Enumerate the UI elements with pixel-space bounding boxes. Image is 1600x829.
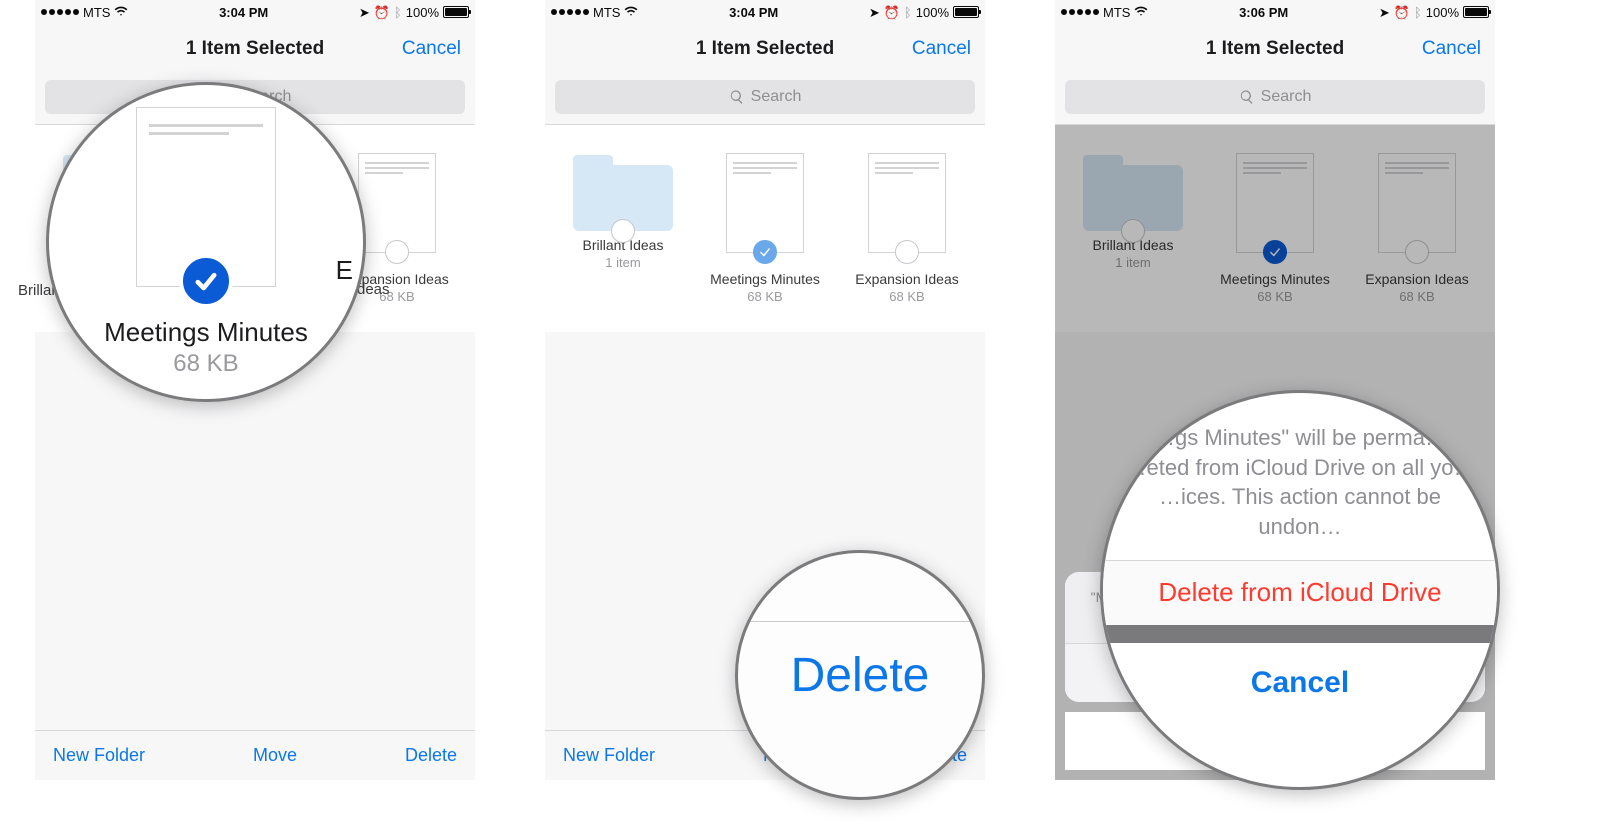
file-grid: Brillant Ideas 1 item Meetings Minutes 6…: [545, 125, 985, 332]
nav-cancel-button[interactable]: Cancel: [912, 38, 971, 60]
nav-bar: 1 Item Selected Cancel: [35, 24, 475, 74]
new-folder-button[interactable]: New Folder: [563, 745, 655, 766]
file-grid: Brillant Ideas 1 item Meetings Minutes 6…: [1055, 125, 1495, 332]
location-icon: ➤: [359, 6, 370, 19]
folder-icon: [1083, 165, 1183, 231]
document-icon: [1236, 153, 1314, 253]
selection-circle[interactable]: [611, 219, 635, 243]
nav-bar: 1 Item Selected Cancel: [1055, 24, 1495, 74]
magnified-item-name: Meetings Minutes: [104, 317, 308, 348]
nav-title: 1 Item Selected: [186, 38, 324, 60]
wifi-icon: [1134, 4, 1148, 20]
wifi-icon: [624, 4, 638, 20]
alarm-icon: ⏰: [374, 6, 390, 19]
document-icon: [1378, 153, 1456, 253]
nav-cancel-button[interactable]: Cancel: [1422, 38, 1481, 60]
search-icon: [729, 89, 745, 105]
battery-icon: [443, 6, 469, 18]
selection-circle[interactable]: [895, 240, 919, 264]
status-time: 3:04 PM: [219, 5, 268, 20]
search-icon: [1239, 89, 1255, 105]
document-icon: [726, 153, 804, 253]
file-item-doc[interactable]: Expansion Ideas 68 KB: [843, 153, 971, 304]
wifi-icon: [114, 4, 128, 20]
signal-dots-icon: [551, 9, 589, 15]
signal-dots-icon: [41, 9, 79, 15]
item-name: Meetings Minutes: [701, 271, 829, 287]
move-button[interactable]: Move: [253, 745, 297, 766]
file-item-doc-selected[interactable]: Meetings Minutes 68 KB: [1211, 153, 1339, 304]
search-input[interactable]: Search: [555, 80, 975, 114]
search-bar-container: Search: [1055, 74, 1495, 125]
magnified-delete-label[interactable]: Delete: [791, 648, 930, 703]
battery-icon: [953, 6, 979, 18]
item-sub: 1 item: [1069, 255, 1197, 270]
selection-circle[interactable]: [1405, 240, 1429, 264]
magnifier-callout-selected-item: Meetings Minutes 68 KB E: [46, 82, 366, 402]
battery-pct: 100%: [406, 5, 439, 20]
item-name: Meetings Minutes: [1211, 271, 1339, 287]
truncated-right-frag: E: [336, 255, 353, 286]
selection-circle-checked[interactable]: [1263, 240, 1287, 264]
nav-title: 1 Item Selected: [1206, 38, 1344, 60]
document-icon: [868, 153, 946, 253]
magnified-check-icon: [179, 254, 233, 308]
magnified-divider: [738, 621, 982, 622]
alarm-icon: ⏰: [1394, 6, 1410, 19]
status-bar: MTS 3:06 PM ➤ ⏰ ᛒ 100%: [1055, 0, 1495, 24]
search-placeholder: Search: [751, 88, 802, 106]
document-icon: [358, 153, 436, 253]
selection-circle[interactable]: [1121, 219, 1145, 243]
status-bar: MTS 3:04 PM ➤ ⏰ ᛒ 100%: [35, 0, 475, 24]
delete-button[interactable]: Delete: [405, 745, 457, 766]
nav-title: 1 Item Selected: [696, 38, 834, 60]
magnifier-callout-action-sheet: …gs Minutes" will be perma… …eted from i…: [1100, 390, 1500, 790]
alarm-icon: ⏰: [884, 6, 900, 19]
carrier-label: MTS: [1103, 5, 1130, 20]
status-time: 3:04 PM: [729, 5, 778, 20]
file-item-doc-selected[interactable]: Meetings Minutes 68 KB: [701, 153, 829, 304]
bottom-toolbar: New Folder Move Delete: [35, 730, 475, 780]
item-sub: 1 item: [559, 255, 687, 270]
magnified-delete-from-icloud-button[interactable]: Delete from iCloud Drive: [1103, 561, 1497, 625]
file-item-folder[interactable]: Brillant Ideas 1 item: [1069, 153, 1197, 304]
location-icon: ➤: [1379, 6, 1390, 19]
item-name: Expansion Ideas: [1353, 271, 1481, 287]
nav-bar: 1 Item Selected Cancel: [545, 24, 985, 74]
truncated-label: deas: [357, 281, 390, 298]
carrier-label: MTS: [83, 5, 110, 20]
signal-dots-icon: [1061, 9, 1099, 15]
carrier-label: MTS: [593, 5, 620, 20]
selection-circle[interactable]: [385, 240, 409, 264]
bluetooth-icon: ᛒ: [904, 6, 912, 19]
battery-icon: [1463, 6, 1489, 18]
location-icon: ➤: [869, 6, 880, 19]
bluetooth-icon: ᛒ: [394, 6, 402, 19]
search-input[interactable]: Search: [1065, 80, 1485, 114]
file-item-folder[interactable]: Brillant Ideas 1 item: [559, 153, 687, 304]
battery-pct: 100%: [1426, 5, 1459, 20]
file-item-doc[interactable]: Expansion Ideas 68 KB: [1353, 153, 1481, 304]
status-time: 3:06 PM: [1239, 5, 1288, 20]
new-folder-button[interactable]: New Folder: [53, 745, 145, 766]
item-sub: 68 KB: [1211, 289, 1339, 304]
item-sub: 68 KB: [843, 289, 971, 304]
item-name: Expansion Ideas: [843, 271, 971, 287]
bluetooth-icon: ᛒ: [1414, 6, 1422, 19]
magnifier-callout-delete: Delete: [735, 550, 985, 800]
folder-icon: [573, 165, 673, 231]
status-bar: MTS 3:04 PM ➤ ⏰ ᛒ 100%: [545, 0, 985, 24]
item-sub: 68 KB: [701, 289, 829, 304]
magnified-cancel-button[interactable]: Cancel: [1103, 643, 1497, 723]
search-placeholder: Search: [1261, 88, 1312, 106]
search-bar-container: Search: [545, 74, 985, 125]
nav-cancel-button[interactable]: Cancel: [402, 38, 461, 60]
item-sub: 68 KB: [1353, 289, 1481, 304]
magnified-item-sub: 68 KB: [173, 350, 238, 378]
selection-circle-checked[interactable]: [753, 240, 777, 264]
battery-pct: 100%: [916, 5, 949, 20]
magnified-document-icon: [136, 107, 276, 287]
